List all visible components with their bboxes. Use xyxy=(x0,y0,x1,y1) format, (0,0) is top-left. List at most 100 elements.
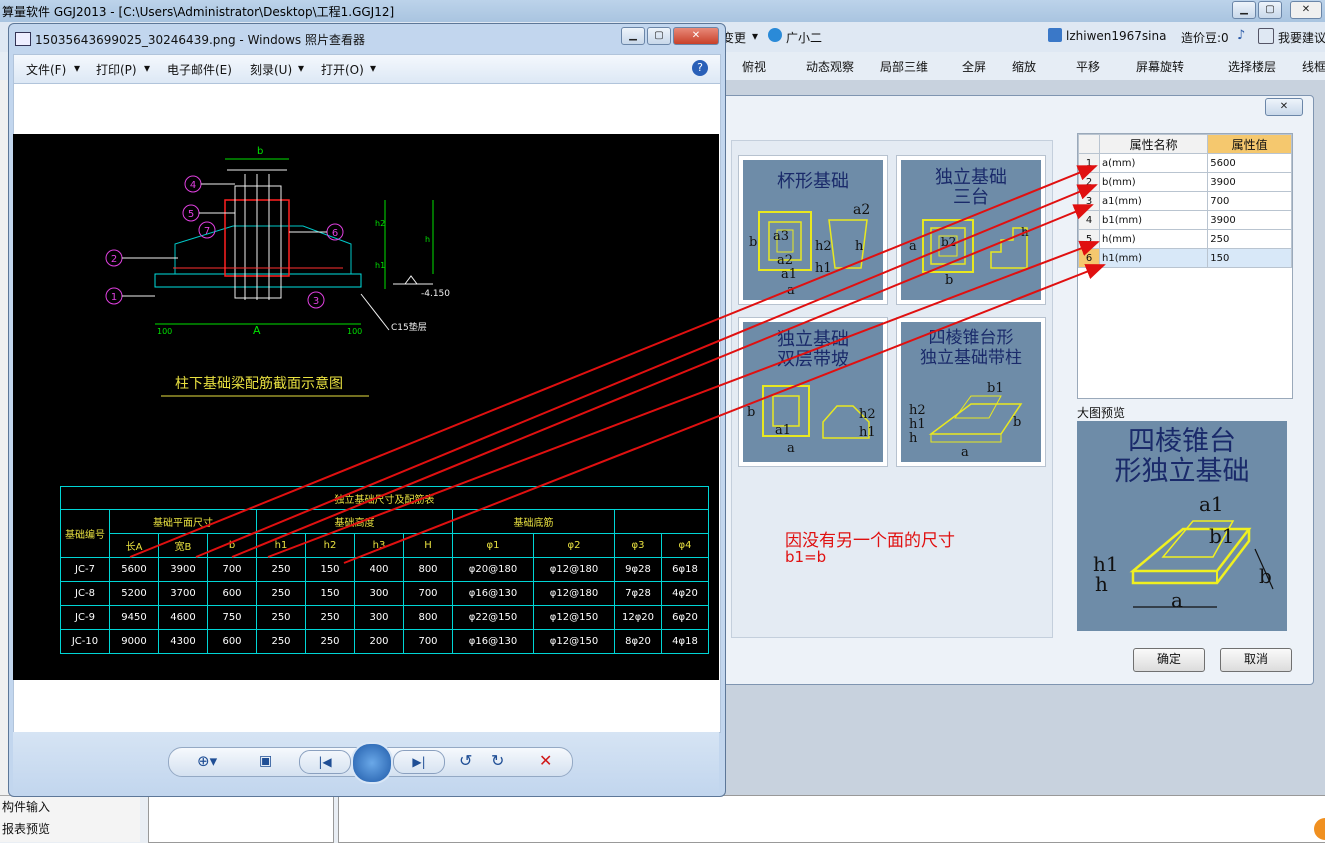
cad-label-elevation: -4.150 xyxy=(421,289,450,299)
cad-label-A: A xyxy=(253,324,261,337)
tool-orbit[interactable]: 动态观察 xyxy=(806,58,854,75)
delete-icon[interactable]: ✕ xyxy=(539,751,552,770)
svg-text:b: b xyxy=(945,273,953,288)
nav-report-preview[interactable]: 报表预览 xyxy=(2,820,50,837)
tool-local3d[interactable]: 局部三维 xyxy=(880,58,928,75)
comment-icon xyxy=(1258,28,1274,44)
col-header: H xyxy=(403,533,453,558)
cad-label-h: h xyxy=(425,235,430,244)
col-header: h3 xyxy=(354,533,404,558)
svg-text:h: h xyxy=(1021,225,1029,239)
prop-row[interactable]: 5 h(mm) 250 xyxy=(1078,229,1292,249)
viewer-menubar: 文件(F) ▾ 打印(P) ▾ 电子邮件(E) 刻录(U) ▾ 打开(O) ▾ … xyxy=(13,54,721,84)
restore-button[interactable]: ▢ xyxy=(1258,1,1282,19)
group-plan-size: 基础平面尺寸 xyxy=(109,509,257,534)
menu-suggest[interactable]: 我要建议 xyxy=(1278,29,1325,46)
prop-value[interactable]: 5600 xyxy=(1207,153,1292,173)
ok-button[interactable]: 确定 xyxy=(1133,648,1205,672)
card-pyramid-column-foundation[interactable]: 四棱锥台形 独立基础带柱 b1 b a h2 h1 h xyxy=(896,317,1046,467)
tool-wireframe[interactable]: 线框 xyxy=(1302,58,1325,75)
col-header: h1 xyxy=(256,533,306,558)
table-caption: 独立基础尺寸及配筋表 xyxy=(60,486,709,510)
menu-email[interactable]: 电子邮件(E) xyxy=(167,61,232,78)
prop-value[interactable]: 3900 xyxy=(1207,172,1292,192)
fit-window-icon[interactable]: ▣ xyxy=(259,753,272,769)
card-three-step-foundation[interactable]: 独立基础 三台 b2 b a h xyxy=(896,155,1046,305)
svg-text:h: h xyxy=(1095,572,1108,596)
svg-text:h1: h1 xyxy=(909,417,926,432)
dialog-close-button[interactable]: ✕ xyxy=(1265,98,1303,116)
bell-icon[interactable]: ♪ xyxy=(1237,28,1245,43)
prop-name: a1(mm) xyxy=(1098,191,1209,211)
header-prop-value: 属性值 xyxy=(1207,134,1292,154)
tool-topview[interactable]: 俯视 xyxy=(742,58,766,75)
bottom-left-panel: 构件输入 报表预览 xyxy=(0,795,140,842)
prop-row[interactable]: 1 a(mm) 5600 xyxy=(1078,153,1292,173)
tool-fullscreen[interactable]: 全屏 xyxy=(962,58,986,75)
menu-print[interactable]: 打印(P) xyxy=(96,61,137,78)
menu-file[interactable]: 文件(F) xyxy=(26,61,66,78)
svg-text:b: b xyxy=(1259,564,1272,588)
cancel-button[interactable]: 取消 xyxy=(1220,648,1292,672)
rotate-cw-icon[interactable]: ↻ xyxy=(491,751,504,770)
svg-text:b: b xyxy=(1013,415,1021,430)
minimize-button[interactable]: ▁ xyxy=(1232,1,1256,19)
tool-rotate[interactable]: 屏幕旋转 xyxy=(1136,58,1184,75)
svg-text:h: h xyxy=(909,431,918,446)
svg-text:b1: b1 xyxy=(1209,524,1235,548)
menu-burn[interactable]: 刻录(U) xyxy=(250,61,292,78)
three-step-sketch-icon: b2 b a h xyxy=(909,219,1029,288)
slideshow-icon[interactable] xyxy=(351,742,393,784)
prop-value[interactable]: 3900 xyxy=(1207,210,1292,230)
viewer-minimize-button[interactable]: ▁ xyxy=(621,27,645,45)
svg-text:h2: h2 xyxy=(909,403,926,418)
nav-component-input[interactable]: 构件输入 xyxy=(2,798,50,815)
table-row: JC-10 9000 4300 600 250 250 200 700 φ16@130 φ12@1… xyxy=(60,629,709,654)
tool-zoom[interactable]: 缩放 xyxy=(1012,58,1036,75)
prop-value[interactable]: 150 xyxy=(1207,248,1292,268)
table-row: JC-8 5200 3700 600 250 150 300 700 φ16@130 φ12@18… xyxy=(60,581,709,606)
user-name[interactable]: lzhiwen1967sina xyxy=(1066,29,1166,43)
cup-foundation-sketch-icon: a2 a3 a2 a1 a b h2 h h1 xyxy=(749,202,870,298)
viewer-controls-area: ⊕▾ ▣ |◀ ▶| ↺ ↻ ✕ xyxy=(13,732,719,794)
user-icon xyxy=(1048,28,1062,42)
card-double-slope-foundation[interactable]: 独立基础 双层带坡 a1 a b h2 h1 xyxy=(738,317,888,467)
menu-open[interactable]: 打开(O) xyxy=(321,61,364,78)
callout-7: 7 xyxy=(204,226,210,237)
next-icon[interactable]: ▶| xyxy=(393,750,445,774)
cad-label-b: b xyxy=(257,146,263,157)
preview-label: 大图预览 xyxy=(1077,406,1126,420)
prop-row[interactable]: 3 a1(mm) 700 xyxy=(1078,191,1292,211)
close-button[interactable]: ✕ xyxy=(1290,1,1322,19)
prop-value[interactable]: 250 xyxy=(1207,229,1292,249)
previous-icon[interactable]: |◀ xyxy=(299,750,351,774)
prop-value[interactable]: 700 xyxy=(1207,191,1292,211)
foundation-type-dialog: ✕ 杯形基础 a2 a3 a2 a1 a b h2 h h1 独立基础 三台 b… xyxy=(716,95,1314,685)
svg-text:a: a xyxy=(1171,588,1183,612)
callout-2: 2 xyxy=(111,254,117,265)
prop-row[interactable]: 2 b(mm) 3900 xyxy=(1078,172,1292,192)
tool-select-floor[interactable]: 选择楼层 xyxy=(1228,58,1276,75)
dropdown-icon: ▾ xyxy=(370,61,377,75)
annotation-formula: b1=b xyxy=(785,548,827,566)
header-index xyxy=(1078,134,1100,154)
tool-pan[interactable]: 平移 xyxy=(1076,58,1100,75)
col-header: 长A xyxy=(109,533,159,558)
menu-assistant[interactable]: 广小二 xyxy=(786,29,822,46)
row-index: 4 xyxy=(1078,210,1100,230)
prop-row[interactable]: 4 b1(mm) 3900 xyxy=(1078,210,1292,230)
help-icon[interactable]: ? xyxy=(692,60,708,76)
svg-text:b1: b1 xyxy=(987,381,1004,396)
prop-row-selected[interactable]: 6 h1(mm) 150 xyxy=(1078,248,1292,268)
cad-label-100a: 100 xyxy=(157,327,172,336)
zoom-icon[interactable]: ⊕▾ xyxy=(197,752,217,770)
viewer-close-button[interactable]: ✕ xyxy=(673,27,719,45)
rotate-ccw-icon[interactable]: ↺ xyxy=(459,751,472,770)
callout-4: 4 xyxy=(190,180,196,191)
card-cup-foundation[interactable]: 杯形基础 a2 a3 a2 a1 a b h2 h h1 xyxy=(738,155,888,305)
bottom-panel-right xyxy=(338,795,1325,843)
row-index: 5 xyxy=(1078,229,1100,249)
table-row: JC-7 5600 3900 700 250 150 400 800 φ20@180 φ12@18… xyxy=(60,557,709,582)
viewer-maximize-button[interactable]: ▢ xyxy=(647,27,671,45)
svg-text:a: a xyxy=(961,445,969,460)
